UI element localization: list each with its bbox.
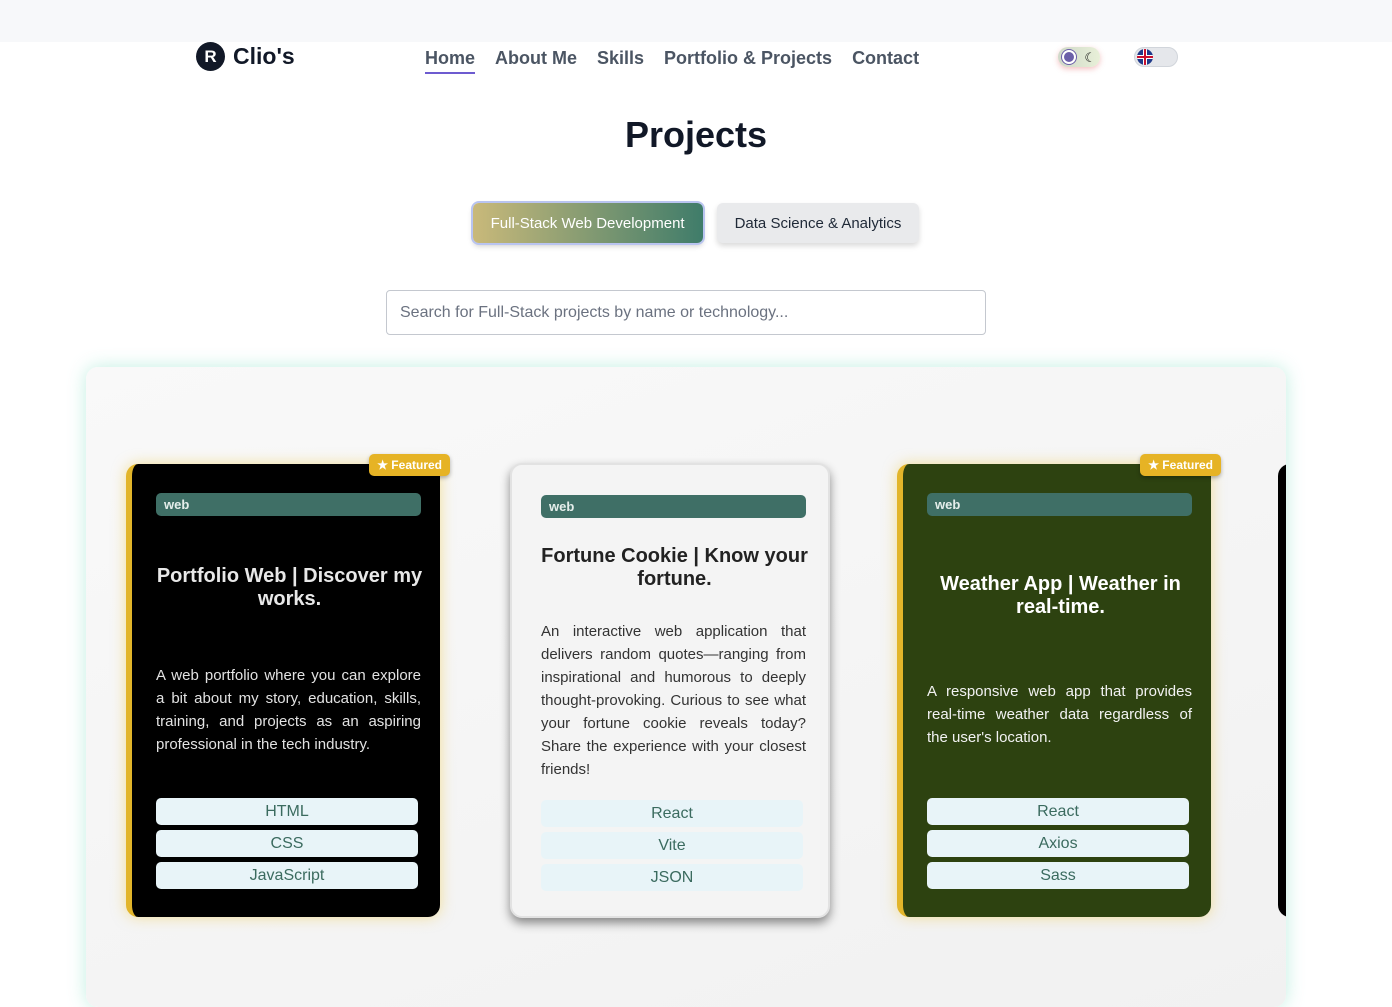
logo[interactable]: R Clio's <box>196 42 295 71</box>
theme-toggle[interactable]: ☾ <box>1058 47 1100 67</box>
tech-badge: Sass <box>927 862 1189 889</box>
tech-badge: React <box>927 798 1189 825</box>
projects-carousel[interactable]: ★ Featured web Portfolio Web | Discover … <box>86 367 1286 1007</box>
logo-text: Clio's <box>233 43 295 69</box>
language-toggle[interactable] <box>1134 47 1178 67</box>
project-card-fortune-cookie[interactable]: web Fortune Cookie | Know your fortune. … <box>510 463 830 918</box>
card-description: An interactive web application that deli… <box>541 623 806 778</box>
card-title: Fortune Cookie | Know your fortune. <box>541 545 808 590</box>
featured-badge: ★ Featured <box>1140 454 1221 476</box>
tech-list: HTML CSS JavaScript <box>156 798 418 889</box>
tech-badge: HTML <box>156 798 418 825</box>
moon-icon: ☾ <box>1084 49 1096 65</box>
category-tag: web <box>927 493 1192 516</box>
search-input[interactable] <box>386 290 986 335</box>
tech-badge: Axios <box>927 830 1189 857</box>
tech-badge: Vite <box>541 832 803 859</box>
tech-badge: JSON <box>541 864 803 891</box>
nav-home[interactable]: Home <box>425 48 476 74</box>
nav-skills[interactable]: Skills <box>597 48 644 74</box>
project-category-tabs: Full-Stack Web Development Data Science … <box>0 203 1392 243</box>
nav-contact[interactable]: Contact <box>852 48 919 74</box>
site-header: R Clio's Home About Me Skills Portfolio … <box>0 30 1392 86</box>
featured-badge: ★ Featured <box>369 454 450 476</box>
project-card-weather-app[interactable]: ★ Featured web Weather App | Weather in … <box>897 454 1221 917</box>
tab-data-science[interactable]: Data Science & Analytics <box>716 203 920 243</box>
tech-list: React Vite JSON <box>541 800 803 891</box>
nav-about-me[interactable]: About Me <box>495 48 577 74</box>
tech-list: React Axios Sass <box>927 798 1189 889</box>
tab-full-stack[interactable]: Full-Stack Web Development <box>472 203 703 243</box>
card-description: A web portfolio where you can explore a … <box>156 667 421 753</box>
card-title: Weather App | Weather in real-time. <box>940 573 1181 618</box>
logo-badge: R <box>196 42 225 71</box>
nav-portfolio-projects[interactable]: Portfolio & Projects <box>664 48 832 74</box>
tech-badge: JavaScript <box>156 862 418 889</box>
tech-badge: CSS <box>156 830 418 857</box>
category-tag: web <box>156 493 421 516</box>
next-card-edge[interactable] <box>1278 464 1286 917</box>
sun-icon <box>1062 50 1076 64</box>
card-description: A responsive web app that provides real-… <box>927 683 1192 746</box>
project-card-portfolio[interactable]: ★ Featured web Portfolio Web | Discover … <box>126 454 450 917</box>
category-tag: web <box>541 495 806 518</box>
main-nav: Home About Me Skills Portfolio & Project… <box>425 48 919 74</box>
card-title: Portfolio Web | Discover my works. <box>156 565 423 610</box>
page-title: Projects <box>624 114 768 155</box>
uk-flag-icon <box>1137 49 1153 65</box>
tech-badge: React <box>541 800 803 827</box>
